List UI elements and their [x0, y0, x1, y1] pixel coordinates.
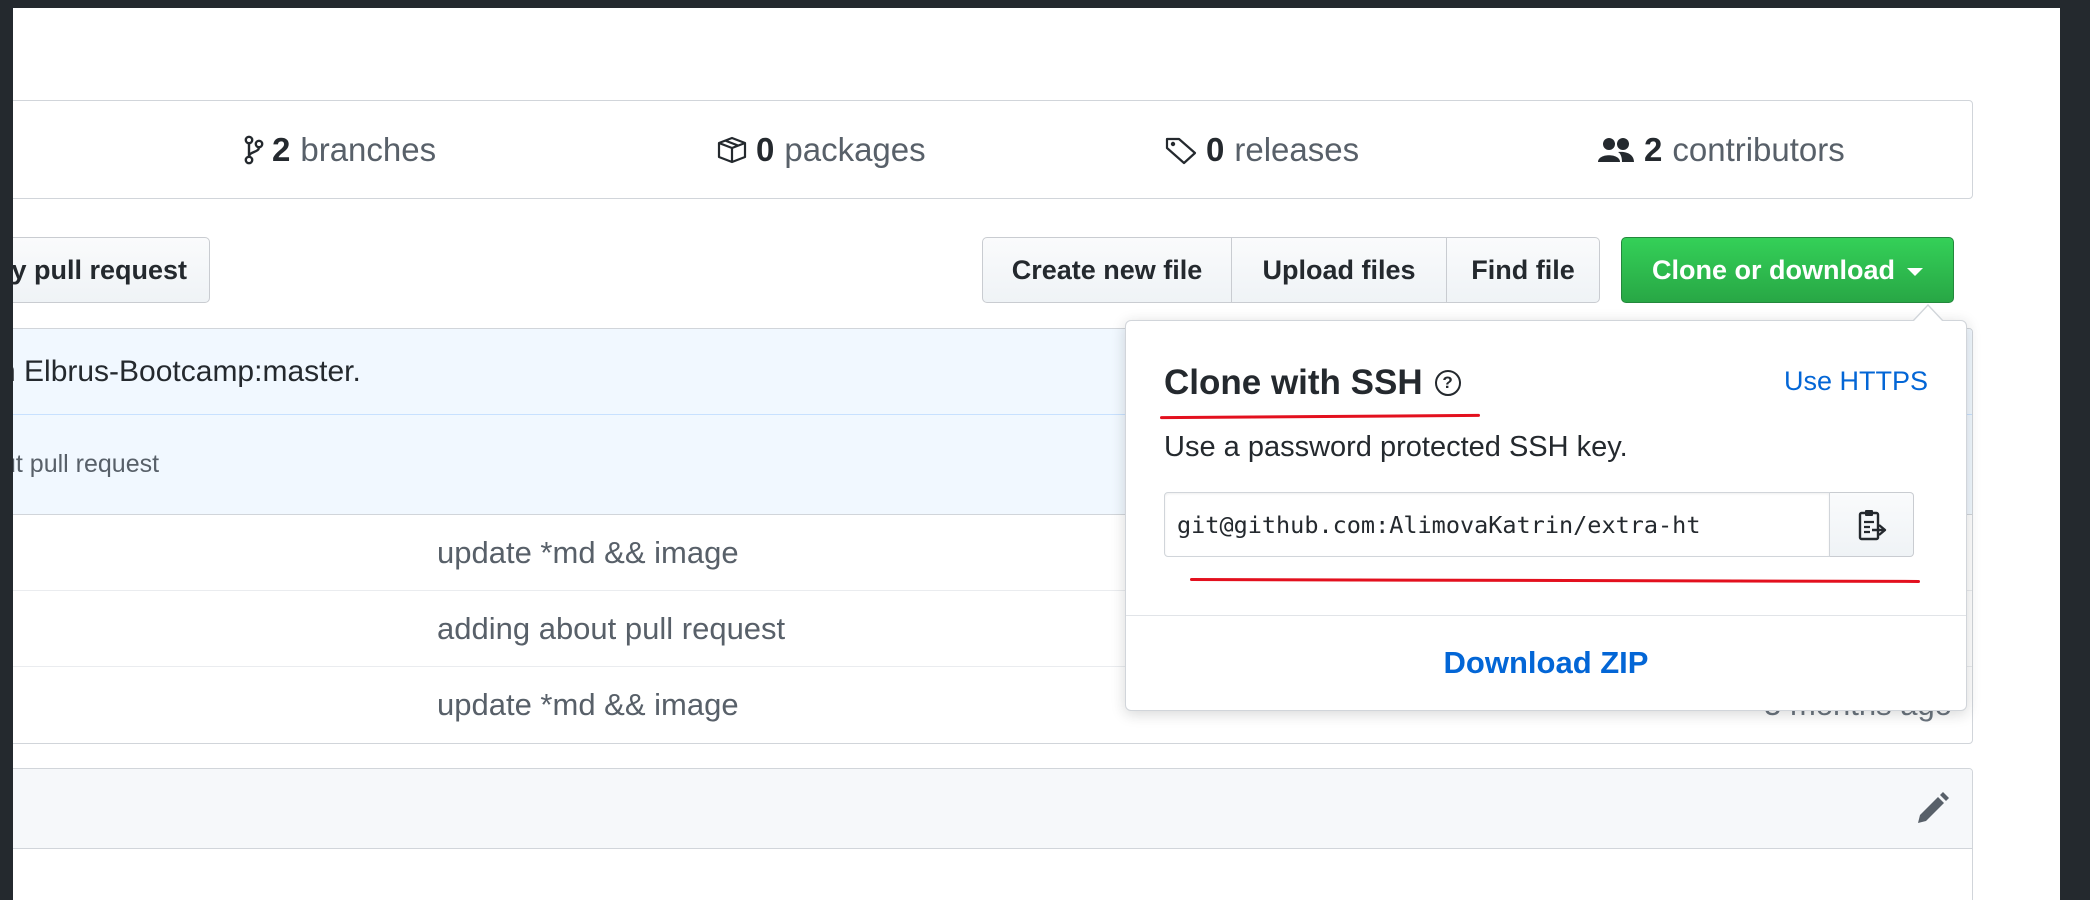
commit-message-link[interactable]: update *md && image: [437, 667, 739, 742]
commit-message-link[interactable]: adding about pull request: [437, 591, 785, 666]
package-icon: [717, 136, 747, 163]
create-new-file-button[interactable]: Create new file: [982, 237, 1232, 303]
annotation-underline: [1159, 413, 1481, 420]
packages-label: packages: [784, 130, 926, 168]
contributors-label: contributors: [1672, 130, 1845, 168]
contributors-link[interactable]: 2 contributors: [1596, 101, 1845, 198]
clone-url-input[interactable]: [1164, 492, 1830, 557]
chevron-down-icon: [1907, 267, 1923, 276]
pencil-icon[interactable]: [1914, 791, 1950, 827]
packages-link[interactable]: 0 packages: [716, 101, 926, 198]
people-icon: [1598, 137, 1634, 162]
git-branch-icon: [244, 135, 264, 164]
branch-compare-text: n Elbrus-Bootcamp:master.: [13, 354, 361, 388]
clone-or-download-button[interactable]: Clone or download: [1621, 237, 1954, 303]
find-file-button[interactable]: Find file: [1447, 237, 1600, 303]
help-icon[interactable]: ?: [1434, 370, 1461, 396]
readme-header: [13, 769, 1972, 849]
releases-label: releases: [1234, 130, 1360, 168]
upload-files-button[interactable]: Upload files: [1232, 237, 1447, 303]
releases-link[interactable]: 0 releases: [1164, 101, 1359, 198]
clone-dropdown: Clone with SSH ? Use HTTPS Use a passwor…: [1125, 304, 1967, 711]
clone-with-ssh-heading: Clone with SSH: [1164, 363, 1423, 402]
clone-url-group: [1164, 492, 1914, 557]
clipboard-icon: [1858, 509, 1886, 540]
commit-message-link[interactable]: update *md && image: [437, 515, 739, 590]
readme-box: [13, 768, 1973, 900]
tag-icon: [1165, 137, 1197, 164]
numbers-summary: 2 branches 0 packages 0 releases 2 contr…: [13, 100, 1973, 199]
repository-page: 2 branches 0 packages 0 releases 2 contr…: [13, 8, 2060, 900]
packages-count: 0: [756, 130, 775, 168]
annotation-underline: [1189, 578, 1921, 583]
new-pull-request-button[interactable]: y pull request: [13, 237, 210, 303]
clone-dropdown-title: Clone with SSH ?: [1164, 363, 1461, 403]
file-actions-group: Create new file Upload files Find file: [982, 237, 1600, 303]
ssh-description: Use a password protected SSH key.: [1164, 431, 1628, 463]
latest-commit-message[interactable]: ut pull request: [13, 450, 159, 479]
download-zip-link[interactable]: Download ZIP: [1126, 616, 1966, 710]
branches-label: branches: [300, 130, 437, 168]
use-https-link[interactable]: Use HTTPS: [1784, 366, 1928, 397]
copy-url-button[interactable]: [1830, 492, 1914, 557]
branches-count: 2: [272, 130, 291, 168]
branches-link[interactable]: 2 branches: [244, 101, 436, 198]
releases-count: 0: [1206, 130, 1225, 168]
contributors-count: 2: [1644, 130, 1663, 168]
clone-button-label: Clone or download: [1652, 254, 1895, 285]
